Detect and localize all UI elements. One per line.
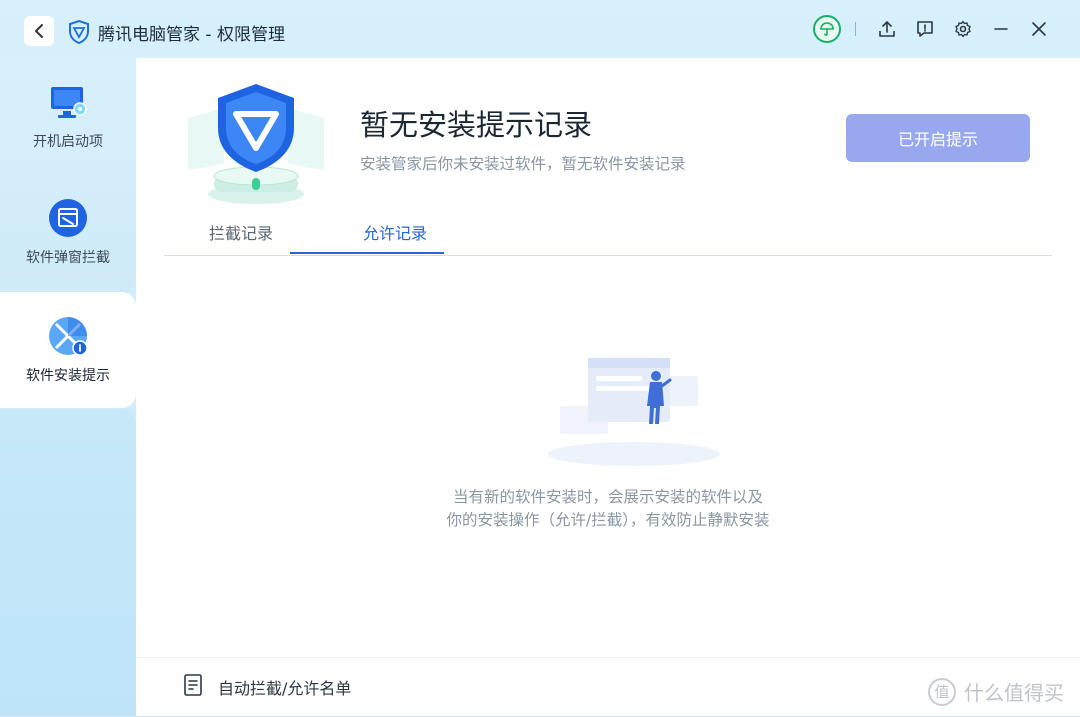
umbrella-icon — [820, 22, 834, 36]
tips-enabled-button[interactable]: 已开启提示 — [846, 114, 1030, 162]
popup-block-icon — [49, 199, 87, 237]
close-icon — [1032, 22, 1046, 36]
minimize-button[interactable] — [986, 14, 1016, 44]
app-window: 腾讯电脑管家 - 权限管理 开机启动项 软件弹窗拦截 软件安装提示 暂无安装提示… — [0, 0, 1080, 716]
window-title: 腾讯电脑管家 - 权限管理 — [98, 25, 285, 45]
title-bar-actions — [813, 14, 1054, 44]
tab-allowed-records[interactable]: 允许记录 — [318, 210, 472, 254]
main-panel: 暂无安装提示记录 安装管家后你未安装过软件，暂无软件安装记录 已开启提示 拦截记… — [136, 58, 1080, 716]
tab-blocked-records[interactable]: 拦截记录 — [164, 210, 318, 254]
watermark-text: 什么值得买 — [964, 681, 1064, 705]
settings-button[interactable] — [948, 14, 978, 44]
sidebar-item-label: 开机启动项 — [33, 134, 103, 150]
sidebar-item-popup-block[interactable]: 软件弹窗拦截 — [0, 174, 136, 290]
sidebar: 开机启动项 软件弹窗拦截 软件安装提示 — [0, 58, 136, 716]
upload-icon — [879, 21, 895, 37]
sidebar-empty-area — [0, 410, 136, 716]
monitor-icon — [51, 87, 87, 118]
empty-state-line-1: 当有新的软件安装时，会展示安装的软件以及 — [452, 488, 763, 506]
install-tip-icon — [49, 317, 88, 356]
empty-headline: 暂无安装提示记录 — [360, 108, 593, 142]
site-watermark: 值 什么值得买 — [928, 677, 1064, 706]
title-bar: 腾讯电脑管家 - 权限管理 — [0, 0, 1080, 58]
close-button[interactable] — [1024, 14, 1054, 44]
gear-icon — [955, 20, 971, 38]
title-bar-separator — [855, 22, 856, 36]
list-document-icon — [184, 674, 202, 696]
feedback-icon — [917, 21, 933, 37]
sidebar-item-install-tip[interactable]: 软件安装提示 — [0, 292, 136, 408]
sidebar-item-label: 软件安装提示 — [26, 368, 110, 384]
auto-block-allow-list-link[interactable]: 自动拦截/允许名单 — [218, 675, 351, 699]
active-tab-indicator — [290, 252, 444, 254]
sidebar-item-label: 软件弹窗拦截 — [26, 250, 110, 266]
tencent-pc-manager-logo-icon — [69, 20, 89, 44]
empty-state-line-2: 你的安装操作（允许/拦截），有效防止静默安装 — [446, 511, 770, 529]
share-button[interactable] — [872, 14, 902, 44]
shield-hero-illustration — [188, 84, 324, 204]
watermark-logo: 值 — [928, 677, 956, 706]
feedback-button[interactable] — [910, 14, 940, 44]
health-status-button[interactable] — [813, 15, 841, 43]
back-button[interactable] — [24, 16, 54, 46]
sidebar-item-startup[interactable]: 开机启动项 — [0, 58, 136, 174]
empty-subline: 安装管家后你未安装过软件，暂无软件安装记录 — [360, 155, 686, 173]
empty-state-illustration — [548, 358, 720, 466]
chevron-left-icon — [35, 24, 43, 38]
empty-state-description: 当有新的软件安装时，会展示安装的软件以及 你的安装操作（允许/拦截），有效防止静… — [136, 486, 1080, 532]
minimize-icon — [994, 28, 1008, 30]
record-tabs: 拦截记录 允许记录 — [164, 210, 1052, 256]
